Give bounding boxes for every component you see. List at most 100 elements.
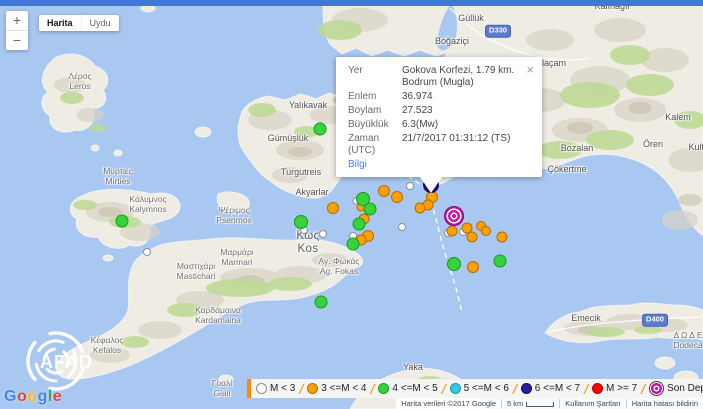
quake-marker[interactable] (116, 215, 129, 228)
legend-separator: / (299, 381, 303, 397)
legend-label: M >= 7 (606, 383, 637, 394)
google-logo-letter: o (17, 388, 27, 405)
quake-marker[interactable] (447, 257, 461, 271)
legend-label: M < 3 (270, 383, 295, 394)
quake-marker[interactable] (327, 202, 339, 214)
legend-separator: / (641, 381, 645, 397)
map-label: Turgutreis (281, 167, 321, 177)
popup-row-label: Boylam (348, 105, 396, 117)
legend-label: 6 <=M < 7 (535, 383, 580, 394)
quake-marker[interactable] (398, 223, 406, 231)
quake-marker[interactable] (378, 185, 390, 197)
top-bar (0, 0, 703, 6)
son-deprem-marker[interactable] (444, 206, 464, 226)
map-label: ΛέροςLeros (68, 72, 91, 92)
map-label: Çökertme (547, 164, 586, 174)
popup-row: Boylam 27.523 (348, 105, 530, 117)
popup-tail (420, 177, 442, 193)
map-label: Bozalan (561, 143, 594, 153)
zoom-in-button[interactable]: + (6, 11, 28, 30)
map-label: ΚαρδάμαιναKardamaina (195, 306, 241, 326)
quake-marker[interactable] (494, 255, 507, 268)
popup-rows: YerGokova Korfezi, 1.79 km. Bodrum (Mugl… (348, 65, 530, 157)
map-label: ΓυαλίGiali (212, 379, 232, 399)
legend-item: M < 3 (256, 383, 295, 394)
google-logo-letter: e (53, 388, 62, 405)
map-label: Δ Ω Δ ΕDodeca (673, 331, 702, 351)
legend-label: Son Deprem (667, 383, 703, 394)
quake-marker[interactable] (415, 203, 426, 214)
popup-row-value: 27.523 (402, 105, 530, 117)
google-logo-letter: G (4, 388, 17, 405)
map-label: Gümüşlük (268, 133, 309, 143)
map-attribution: Harita verileri ©2017 Google5 kmKullanım… (396, 398, 703, 409)
google-logo-letter: o (27, 388, 37, 405)
map-label: Akyarlar (295, 187, 328, 197)
popup-row: Enlem36.974 (348, 91, 530, 103)
map-type-uydu[interactable]: Uydu (81, 15, 119, 31)
quake-marker[interactable] (315, 296, 328, 309)
legend-item: 3 <=M < 4 (307, 383, 366, 394)
map-label: Boğaziçi (435, 36, 469, 46)
popup-row-label: Yer (348, 65, 396, 89)
magnitude-circle-icon (378, 383, 389, 394)
map-canvas[interactable]: AFAD GüllükBoğaziçiKalınağılAlaçamYalıka… (0, 0, 703, 409)
magnitude-circle-icon (592, 383, 603, 394)
earthquake-info-popup: YerGokova Korfezi, 1.79 km. Bodrum (Mugl… (336, 57, 542, 177)
map-label: ΜυρτιέςMirties (103, 167, 133, 187)
popup-row-label: Enlem (348, 91, 396, 103)
quake-marker[interactable] (353, 218, 366, 231)
magnitude-circle-icon (256, 383, 267, 394)
attribution-text: Harita verileri ©2017 Google (396, 399, 501, 408)
google-logo[interactable]: Google (4, 388, 62, 406)
road-badge: D400 (642, 314, 668, 327)
map-label: Emecik (571, 313, 601, 323)
legend-separator: / (371, 381, 375, 397)
popup-row: YerGokova Korfezi, 1.79 km. Bodrum (Mugl… (348, 65, 530, 89)
quake-marker[interactable] (467, 261, 479, 273)
legend-item: 5 <=M < 6 (450, 383, 509, 394)
quake-marker[interactable] (497, 232, 508, 243)
close-icon[interactable]: × (526, 63, 534, 76)
quake-marker[interactable] (447, 226, 458, 237)
google-logo-letter: g (38, 388, 48, 405)
attribution-link[interactable]: Harita hatası bildirin (626, 399, 703, 408)
popup-row-value: Gokova Korfezi, 1.79 km. Bodrum (Mugla) (402, 65, 530, 89)
quake-marker[interactable] (143, 248, 151, 256)
popup-row-value: 21/7/2017 01:31:12 (TS) (402, 133, 530, 157)
quake-marker[interactable] (319, 230, 327, 238)
quake-marker[interactable] (347, 238, 360, 251)
map-label: Yalıkavak (289, 100, 327, 110)
legend-item: 4 <=M < 5 (378, 383, 437, 394)
attribution-link[interactable]: Kullanım Şartları (559, 399, 625, 408)
popup-row-value: 6.3(Mw) (402, 119, 530, 131)
quake-marker[interactable] (364, 203, 377, 216)
scale-control: 5 km (501, 399, 559, 408)
zoom-out-button[interactable]: − (6, 30, 28, 50)
quake-marker[interactable] (314, 123, 327, 136)
map-type-harita[interactable]: Harita (39, 15, 81, 31)
legend-item: 6 <=M < 7 (521, 383, 580, 394)
road-badge: D330 (485, 25, 511, 38)
popup-row-label: Zaman (UTC) (348, 133, 396, 157)
quake-marker[interactable] (391, 191, 403, 203)
popup-row: Zaman (UTC)21/7/2017 01:31:12 (TS) (348, 133, 530, 157)
magnitude-circle-icon (307, 383, 318, 394)
quake-marker[interactable] (467, 232, 478, 243)
info-link[interactable]: Bilgi (348, 159, 530, 170)
magnitude-circle-icon (521, 383, 532, 394)
legend-separator: / (513, 381, 517, 397)
legend-item: M >= 7 (592, 383, 637, 394)
quake-marker[interactable] (481, 226, 491, 236)
quake-marker[interactable] (406, 182, 414, 190)
map-label: ΨέριμοςPserimos (216, 206, 251, 226)
scale-bar (526, 402, 554, 407)
legend-item: Son Deprem (649, 381, 703, 396)
map-label: ΜαρμάριMarmari (220, 248, 253, 268)
quake-marker[interactable] (294, 215, 308, 229)
map-label: Kalem (665, 112, 691, 122)
map-type-switch[interactable]: Harita Uydu (39, 15, 119, 31)
map-label: Yaka (403, 362, 423, 372)
zoom-control[interactable]: + − (6, 11, 28, 50)
legend-label: 3 <=M < 4 (321, 383, 366, 394)
